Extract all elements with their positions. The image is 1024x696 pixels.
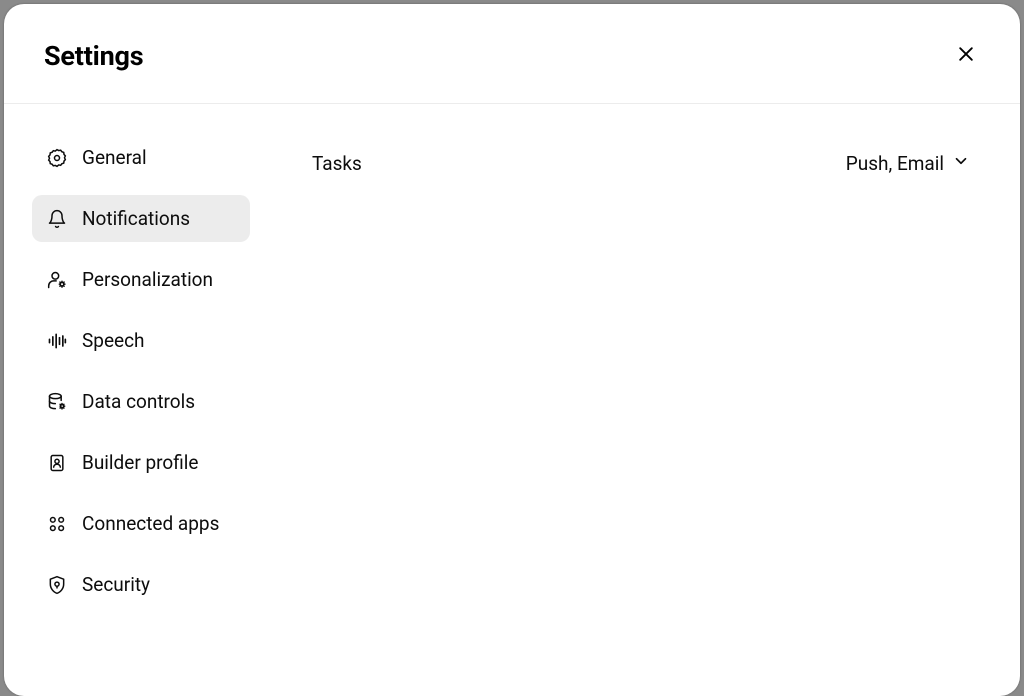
database-gear-icon	[46, 391, 68, 413]
sidebar-item-label: Connected apps	[82, 512, 219, 535]
sidebar-item-speech[interactable]: Speech	[32, 317, 250, 364]
close-icon	[956, 44, 976, 67]
sidebar-item-general[interactable]: General	[32, 134, 250, 181]
close-button[interactable]	[950, 38, 982, 73]
sidebar-item-label: Builder profile	[82, 451, 198, 474]
shield-icon	[46, 574, 68, 596]
setting-value-dropdown[interactable]: Push, Email	[846, 152, 970, 175]
modal-body: General Notifications	[4, 104, 1020, 696]
sidebar-item-label: Speech	[82, 329, 145, 352]
bell-icon	[46, 208, 68, 230]
setting-row-tasks: Tasks Push, Email	[312, 146, 970, 181]
sidebar-item-data-controls[interactable]: Data controls	[32, 378, 250, 425]
sidebar-item-connected-apps[interactable]: Connected apps	[32, 500, 250, 547]
settings-modal: Settings General	[4, 4, 1020, 696]
id-card-icon	[46, 452, 68, 474]
sidebar-item-label: Personalization	[82, 268, 213, 291]
gear-icon	[46, 147, 68, 169]
sidebar-item-label: Data controls	[82, 390, 195, 413]
setting-value-text: Push, Email	[846, 152, 944, 175]
apps-grid-icon	[46, 513, 68, 535]
modal-header: Settings	[4, 4, 1020, 104]
person-gear-icon	[46, 269, 68, 291]
chevron-down-icon	[952, 152, 970, 175]
modal-title: Settings	[44, 40, 143, 72]
sidebar-item-notifications[interactable]: Notifications	[32, 195, 250, 242]
sidebar-item-label: General	[82, 146, 147, 169]
waveform-icon	[46, 330, 68, 352]
settings-content: Tasks Push, Email	[266, 104, 1020, 696]
sidebar-item-builder-profile[interactable]: Builder profile	[32, 439, 250, 486]
setting-label: Tasks	[312, 152, 362, 175]
sidebar-item-label: Security	[82, 573, 150, 596]
sidebar-item-label: Notifications	[82, 207, 190, 230]
sidebar-item-security[interactable]: Security	[32, 561, 250, 608]
sidebar-item-personalization[interactable]: Personalization	[32, 256, 250, 303]
settings-sidebar: General Notifications	[4, 104, 266, 696]
